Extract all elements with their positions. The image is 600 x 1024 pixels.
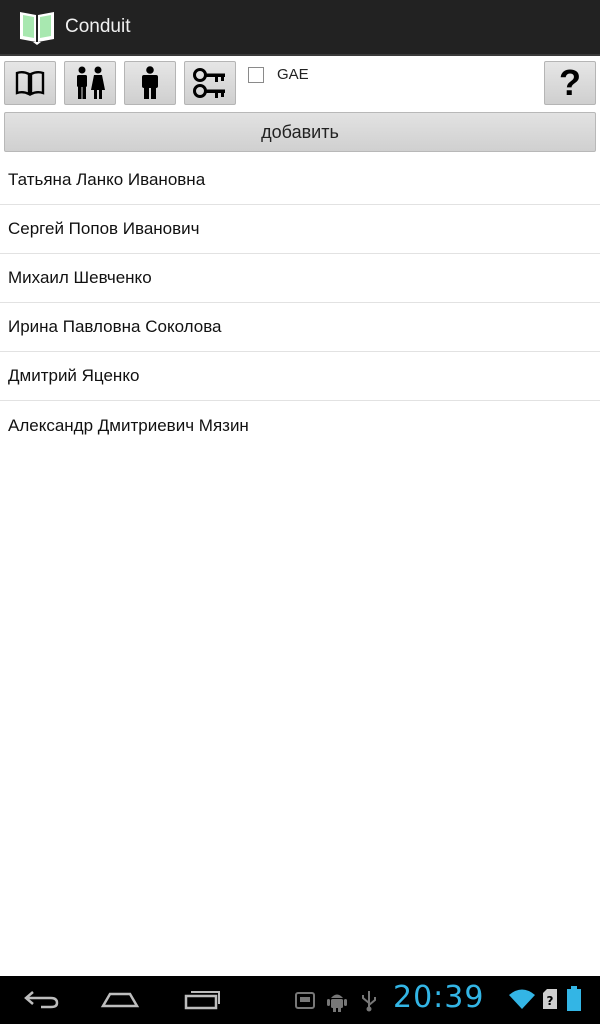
app-title: Conduit [65,16,131,37]
toolbar: GAE ? [0,58,600,108]
open-book-icon [18,8,56,46]
keys-icon [193,66,227,100]
clock: 20:39 [393,980,485,1015]
list-item[interactable]: Ирина Павловна Соколова [0,303,600,352]
svg-text:?: ? [547,994,554,1008]
list-item[interactable]: Татьяна Ланко Ивановна [0,156,600,205]
gae-checkbox[interactable] [248,66,264,83]
back-icon [23,988,61,1015]
system-nav-bar: 20:39 ? [0,976,600,1024]
list-item[interactable]: Дмитрий Яценко [0,352,600,401]
home-icon [100,988,140,1015]
recent-apps-button[interactable] [180,984,224,1018]
list-item[interactable]: Александр Дмитриевич Мязин [0,401,600,450]
gae-toggle[interactable]: GAE [248,66,309,83]
help-icon: ? [559,62,581,103]
add-button[interactable]: добавить [4,112,596,152]
list-item[interactable]: Михаил Шевченко [0,254,600,303]
people-list: Татьяна Ланко Ивановна Сергей Попов Иван… [0,156,600,450]
back-button[interactable] [20,984,64,1018]
screen: Conduit GAE ? добавить Татьяна Ланко Ива… [0,0,600,1024]
people-button[interactable] [64,61,116,105]
list-item[interactable]: Сергей Попов Иванович [0,205,600,254]
book-icon [15,70,45,96]
keys-button[interactable] [184,61,236,105]
recent-apps-icon [183,988,221,1015]
person-button[interactable] [124,61,176,105]
person-icon [140,66,160,100]
action-bar: Conduit [0,0,600,56]
sd-card-icon [294,990,316,1010]
battery-icon [566,986,582,1012]
book-button[interactable] [4,61,56,105]
usb-icon [360,990,378,1012]
no-sim-icon: ? [542,988,558,1010]
help-button[interactable]: ? [544,61,596,105]
android-debug-icon [326,990,348,1012]
home-button[interactable] [98,984,142,1018]
gae-label: GAE [277,66,309,83]
wifi-icon [508,988,536,1010]
people-icon [74,66,106,100]
